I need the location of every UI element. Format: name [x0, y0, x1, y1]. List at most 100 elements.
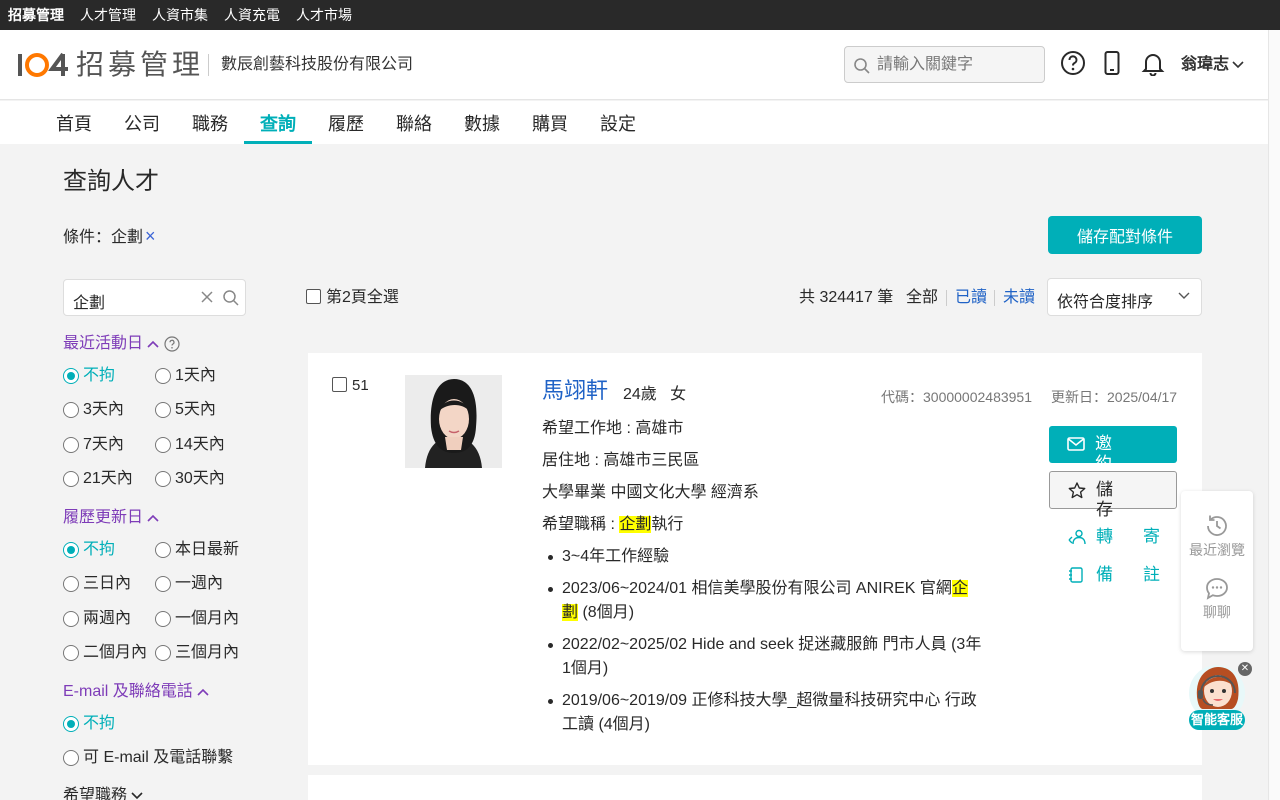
radio-updated-3m[interactable]: 三個月內 — [155, 643, 239, 663]
keyword-field[interactable]: 企劃 — [63, 279, 246, 316]
radio-updated-1m[interactable]: 一個月內 — [155, 609, 239, 629]
radio-label: 5天內 — [175, 401, 216, 418]
experience-years: 3~4年工作經驗 — [548, 545, 992, 569]
candidate-photo[interactable] — [405, 375, 502, 468]
checkbox[interactable] — [306, 289, 321, 304]
job-history-item: 2023/06~2024/01 相信美學股份有限公司 ANIREK 官網企劃 (… — [548, 577, 992, 625]
tab-resumes[interactable]: 履歷 — [316, 101, 376, 144]
tab-jobs[interactable]: 職務 — [180, 101, 240, 144]
top-bar: 招募管理 人才管理 人資市集 人資充電 人才市場 — [0, 0, 1280, 30]
topbar-hr-learning[interactable]: 人資充電 — [224, 0, 280, 30]
keyword-highlight: 劃 — [562, 604, 579, 621]
tab-home[interactable]: 首頁 — [44, 101, 104, 144]
radio-label: 三個月內 — [175, 644, 240, 661]
radio-updated-any[interactable]: 不拘 — [63, 540, 115, 560]
candidate-index: 51 — [352, 377, 369, 394]
candidate-name[interactable]: 馬翊軒 — [542, 378, 608, 404]
radio-label: 不拘 — [83, 367, 116, 384]
radio-updated-2w[interactable]: 兩週內 — [63, 609, 131, 629]
candidate-select[interactable]: 51 — [332, 377, 369, 395]
topbar-talent[interactable]: 人才管理 — [80, 0, 136, 30]
job-text: (8個月) — [578, 604, 635, 621]
radio-label: 1天內 — [175, 367, 216, 384]
save-criteria-button[interactable]: 儲存配對條件 — [1048, 216, 1202, 254]
sort-select[interactable]: 依符合度排序 — [1047, 278, 1202, 316]
recent-views-button[interactable]: 最近瀏覽 — [1181, 513, 1253, 559]
radio-label: 30天內 — [175, 470, 225, 487]
filter-title: E-mail 及聯絡電話 — [63, 683, 193, 700]
result-count: 共 324417 筆 — [799, 289, 894, 306]
chevron-down-icon — [1178, 292, 1190, 299]
checkbox[interactable] — [332, 377, 347, 392]
tab-company[interactable]: 公司 — [112, 101, 172, 144]
tab-data[interactable]: 數據 — [452, 101, 512, 144]
tab-settings[interactable]: 設定 — [588, 101, 648, 144]
search-input[interactable] — [877, 47, 1037, 82]
radio-label: 三日內 — [83, 575, 132, 592]
radio-activity-14d[interactable]: 14天內 — [155, 435, 225, 455]
filter-read-link[interactable]: 已讀 — [955, 288, 987, 308]
chevron-down-icon — [1232, 61, 1244, 68]
topbar-hr-market[interactable]: 人資市集 — [152, 0, 208, 30]
filter-wish-job[interactable]: 希望職務 — [63, 786, 144, 800]
forward-icon — [1068, 529, 1086, 545]
filter-unread-link[interactable]: 未讀 — [1003, 288, 1035, 308]
tab-contact[interactable]: 聯絡 — [384, 101, 444, 144]
bell-icon[interactable] — [1140, 50, 1166, 76]
job-history-item: 2022/02~2025/02 Hide and seek 捉迷藏服飾 門市人員… — [548, 633, 992, 681]
radio-label: 一個月內 — [175, 610, 240, 627]
tab-purchase[interactable]: 購買 — [520, 101, 580, 144]
candidate-code: 代碼：30000002483951 — [881, 389, 1033, 405]
filter-all-link[interactable]: 全部 — [906, 288, 938, 308]
search-icon[interactable] — [222, 289, 240, 307]
header-divider — [208, 54, 209, 76]
mobile-icon[interactable] — [1099, 50, 1125, 76]
filter-contact[interactable]: E-mail 及聯絡電話 — [63, 682, 209, 702]
radio-label: 可 E-mail 及電話聯繫 — [83, 749, 234, 766]
radio-contact-any[interactable]: 不拘 — [63, 714, 115, 734]
invite-label: 邀約 — [1095, 434, 1142, 473]
recent-views-label: 最近瀏覽 — [1189, 542, 1245, 558]
job-text: 2019/06~2019/09 正修科技大學_超微量科技研究中心 行政 — [562, 692, 977, 709]
radio-updated-today[interactable]: 本日最新 — [155, 540, 239, 560]
close-assistant-button[interactable]: ✕ — [1238, 662, 1252, 676]
radio-activity-5d[interactable]: 5天內 — [155, 400, 216, 420]
divider — [946, 290, 947, 306]
help-icon[interactable] — [1060, 50, 1086, 76]
topbar-talent-market[interactable]: 人才市場 — [296, 0, 352, 30]
residence: 居住地 : 高雄市三民區 — [542, 452, 700, 469]
job-text: 2023/06~2024/01 相信美學股份有限公司 ANIREK 官網 — [562, 580, 952, 597]
radio-activity-21d[interactable]: 21天內 — [63, 469, 133, 489]
ai-assistant-label[interactable]: 智能客服 — [1189, 710, 1245, 730]
keyword-highlight: 企 — [951, 580, 968, 597]
radio-updated-2m[interactable]: 二個月內 — [63, 643, 147, 663]
help-icon[interactable] — [164, 336, 180, 352]
main-nav: 首頁 公司 職務 查詢 履歷 聯絡 數據 購買 設定 — [0, 101, 1268, 144]
radio-activity-1d[interactable]: 1天內 — [155, 366, 216, 386]
104-logo[interactable] — [16, 50, 70, 80]
invite-button[interactable]: 邀約 — [1049, 426, 1177, 473]
user-menu[interactable]: 翁瑋志 — [1181, 54, 1244, 76]
remove-condition-button[interactable]: × — [145, 226, 156, 246]
clear-icon[interactable] — [199, 289, 215, 305]
radio-activity-any[interactable]: 不拘 — [63, 366, 115, 386]
select-all-page[interactable]: 第2頁全選 — [306, 288, 399, 308]
chat-button[interactable]: 聊聊 — [1181, 577, 1253, 621]
brand-title: 招募管理 — [76, 49, 205, 80]
filter-resume-updated[interactable]: 履歷更新日 — [63, 508, 160, 528]
chat-icon — [1206, 578, 1228, 600]
radio-activity-3d[interactable]: 3天內 — [63, 400, 124, 420]
radio-activity-7d[interactable]: 7天內 — [63, 435, 124, 455]
page-scrollbar[interactable] — [1268, 30, 1280, 800]
radio-activity-30d[interactable]: 30天內 — [155, 469, 225, 489]
save-candidate-button[interactable]: 儲存 — [1049, 471, 1177, 519]
topbar-recruit[interactable]: 招募管理 — [8, 0, 64, 30]
save-label: 儲存 — [1096, 480, 1143, 519]
tab-search[interactable]: 查詢 — [244, 101, 312, 144]
radio-updated-3d[interactable]: 三日內 — [63, 574, 131, 594]
filter-recent-activity[interactable]: 最近活動日 — [63, 334, 180, 354]
radio-updated-1w[interactable]: 一週內 — [155, 574, 223, 594]
wish-location: 希望工作地 : 高雄市 — [542, 420, 684, 437]
note-icon — [1069, 567, 1083, 583]
radio-contact-available[interactable]: 可 E-mail 及電話聯繫 — [63, 748, 233, 768]
